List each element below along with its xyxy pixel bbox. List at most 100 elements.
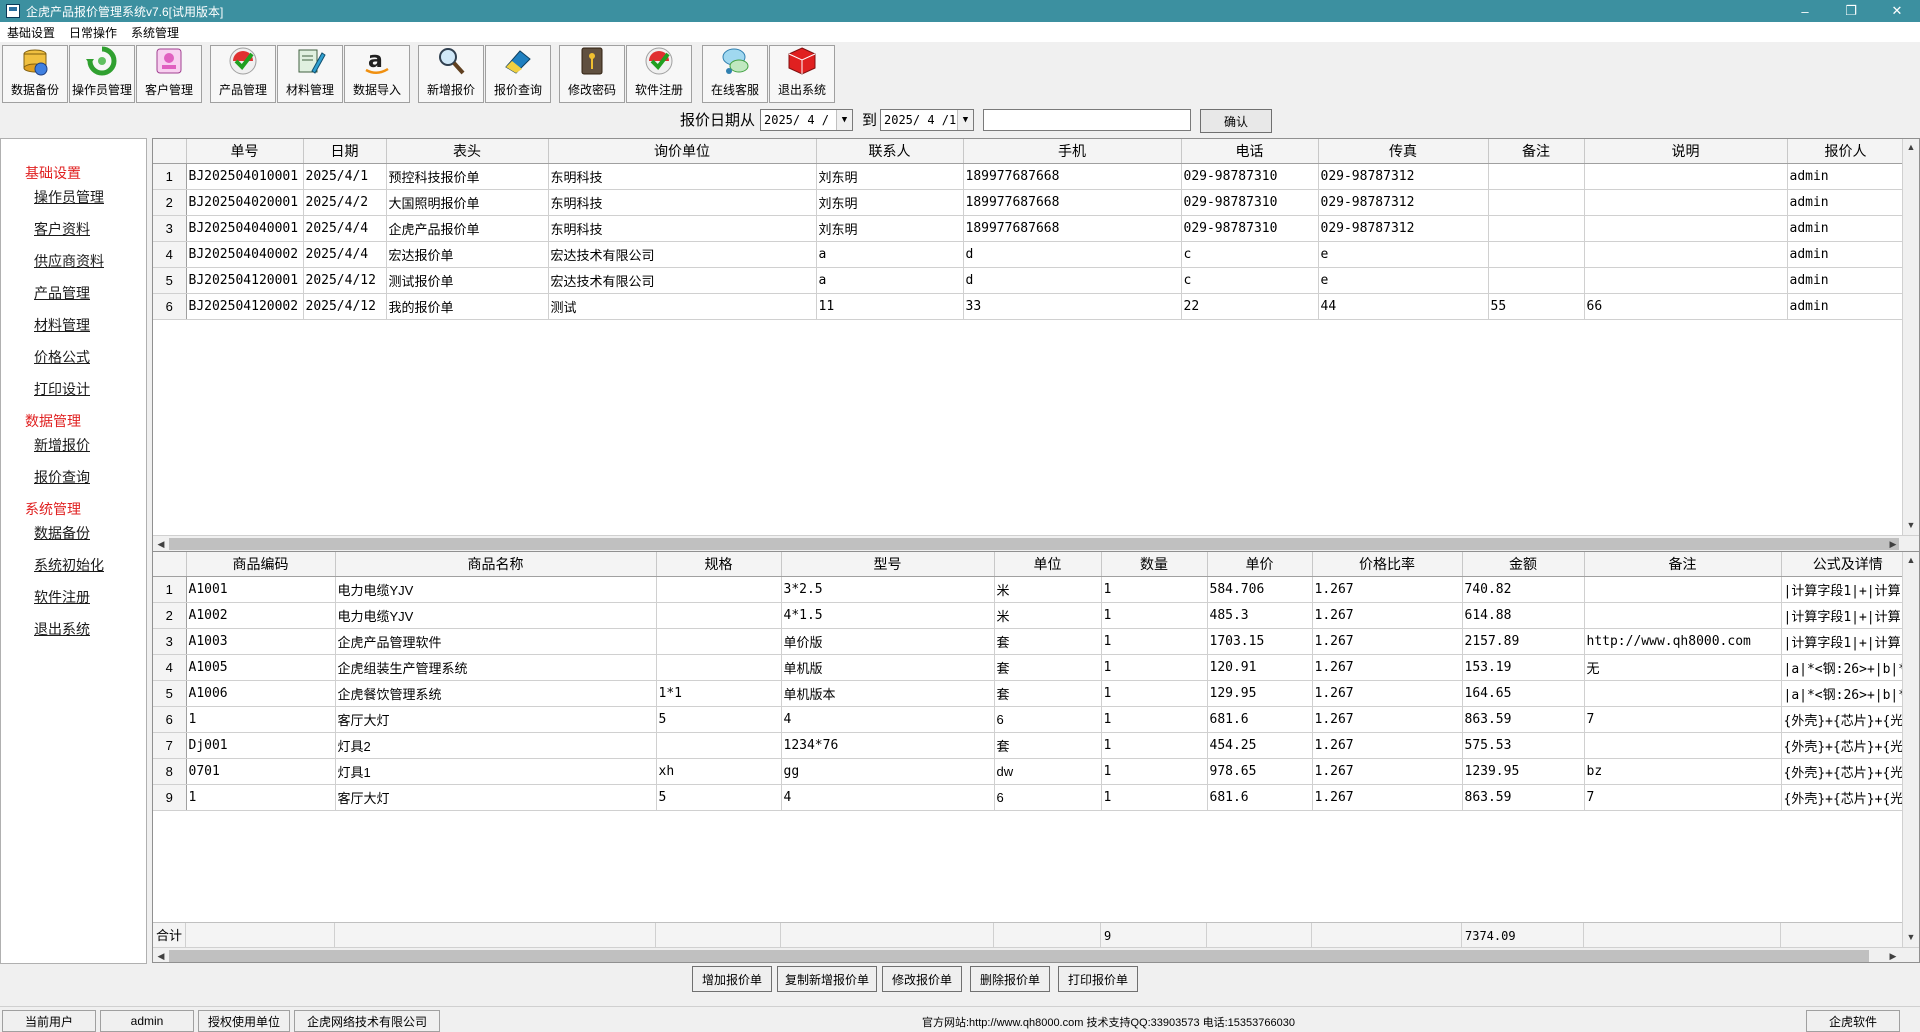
table-cell[interactable] — [1488, 163, 1585, 190]
table-cell[interactable]: BJ202504040001 — [186, 215, 304, 242]
scroll-left-icon[interactable]: ◀ — [153, 948, 169, 962]
table-cell[interactable]: 4 — [781, 784, 995, 811]
table-cell[interactable]: 宏达技术有限公司 — [548, 241, 817, 268]
table-cell[interactable]: 55 — [1488, 293, 1585, 320]
table-cell[interactable]: admin — [1787, 189, 1905, 216]
table-cell[interactable] — [1584, 576, 1782, 603]
sidebar-item[interactable]: 系统初始化 — [34, 555, 104, 575]
toolbar-materials-button[interactable]: 材料管理 — [277, 45, 343, 103]
table-cell[interactable]: 2025/4/12 — [303, 267, 387, 294]
table-cell[interactable]: 企虎组装生产管理系统 — [335, 654, 657, 681]
table-cell[interactable]: 189977687668 — [963, 215, 1182, 242]
table-cell[interactable]: admin — [1787, 293, 1905, 320]
table-cell[interactable]: admin — [1787, 163, 1905, 190]
table-cell[interactable]: a — [816, 267, 964, 294]
table-cell[interactable]: A1006 — [186, 680, 336, 707]
table-cell[interactable]: 2157.89 — [1462, 628, 1585, 655]
column-header[interactable]: 备注 — [1584, 552, 1782, 577]
table-cell[interactable]: 1.267 — [1312, 706, 1463, 733]
column-header[interactable]: 型号 — [781, 552, 995, 577]
table-cell[interactable]: 0701 — [186, 758, 336, 785]
table-cell[interactable]: 客厅大灯 — [335, 784, 657, 811]
table-cell[interactable]: 11 — [816, 293, 964, 320]
table-cell[interactable]: 863.59 — [1462, 784, 1585, 811]
table-cell[interactable]: 我的报价单 — [386, 293, 549, 320]
table-cell[interactable]: 单机版 — [781, 654, 995, 681]
column-header[interactable]: 公式及详情 — [1781, 552, 1915, 577]
table-cell[interactable]: 电力电缆YJV — [335, 602, 657, 629]
table-cell[interactable]: 740.82 — [1462, 576, 1585, 603]
sidebar-item[interactable]: 供应商资料 — [34, 251, 104, 271]
table-cell[interactable]: {外壳}+{芯片}+{光 — [1781, 784, 1915, 811]
table-row[interactable]: 4 A1005 企虎组装生产管理系统 单机版套 1 120.91 1.267 153.19 无 |… — [153, 654, 1915, 681]
table-cell[interactable]: 454.25 — [1207, 732, 1313, 759]
column-header[interactable]: 日期 — [303, 139, 387, 164]
table-cell[interactable] — [1584, 163, 1788, 190]
column-header[interactable]: 备注 — [1488, 139, 1585, 164]
table-cell[interactable]: 029-98787310 — [1181, 215, 1319, 242]
sidebar-item[interactable]: 报价查询 — [34, 467, 90, 487]
row-number[interactable]: 1 — [153, 576, 187, 603]
toolbar-operators-button[interactable]: 操作员管理 — [69, 45, 135, 103]
table-cell[interactable]: e — [1318, 267, 1489, 294]
column-header[interactable]: 金额 — [1462, 552, 1585, 577]
toolbar-exit-button[interactable]: 退出系统 — [769, 45, 835, 103]
table-cell[interactable]: 153.19 — [1462, 654, 1585, 681]
table-cell[interactable]: 1*1 — [656, 680, 782, 707]
table-cell[interactable] — [1488, 241, 1585, 268]
table-cell[interactable]: Dj001 — [186, 732, 336, 759]
table-cell[interactable]: 1 — [186, 706, 336, 733]
table-cell[interactable]: |a|*<钢:26>+|b|*< — [1781, 680, 1915, 707]
scroll-thumb[interactable] — [169, 950, 1869, 962]
table-cell[interactable]: 485.3 — [1207, 602, 1313, 629]
sidebar-item[interactable]: 价格公式 — [34, 347, 90, 367]
toolbar-import-button[interactable]: a 数据导入 — [344, 45, 410, 103]
table-cell[interactable] — [1488, 267, 1585, 294]
table-cell[interactable]: 刘东明 — [816, 215, 964, 242]
table-cell[interactable]: 无 — [1584, 654, 1782, 681]
row-number[interactable]: 1 — [153, 163, 187, 190]
sidebar-item[interactable]: 退出系统 — [34, 619, 90, 639]
table-cell[interactable]: 刘东明 — [816, 189, 964, 216]
table-cell[interactable]: 4 — [781, 706, 995, 733]
table-cell[interactable]: 宏达报价单 — [386, 241, 549, 268]
table-cell[interactable]: 1.267 — [1312, 628, 1463, 655]
table-cell[interactable]: 2025/4/1 — [303, 163, 387, 190]
table-cell[interactable] — [656, 732, 782, 759]
table-cell[interactable]: 刘东明 — [816, 163, 964, 190]
column-header[interactable]: 规格 — [656, 552, 782, 577]
table-cell[interactable]: 584.706 — [1207, 576, 1313, 603]
table-cell[interactable]: 681.6 — [1207, 784, 1313, 811]
table-cell[interactable]: 33 — [963, 293, 1182, 320]
column-header[interactable]: 商品名称 — [335, 552, 657, 577]
table-cell[interactable]: |a|*<钢:26>+|b|*< — [1781, 654, 1915, 681]
row-number[interactable]: 8 — [153, 758, 187, 785]
table-cell[interactable] — [1584, 267, 1788, 294]
toolbar-new-quote-button[interactable]: 新增报价 — [418, 45, 484, 103]
table-cell[interactable]: 1 — [1101, 680, 1208, 707]
column-header[interactable]: 单价 — [1207, 552, 1313, 577]
table-row[interactable]: 1 A1001 电力电缆YJV 3*2.5 米 1 584.706 1.267 740.82 |计… — [153, 576, 1915, 603]
column-header[interactable]: 电话 — [1181, 139, 1319, 164]
table-cell[interactable]: 1 — [1101, 602, 1208, 629]
table-cell[interactable]: 东明科技 — [548, 215, 817, 242]
table-cell[interactable]: 029-98787312 — [1318, 163, 1489, 190]
column-header[interactable]: 联系人 — [816, 139, 964, 164]
table-cell[interactable]: 5 — [656, 784, 782, 811]
table-cell[interactable] — [1584, 732, 1782, 759]
table-row[interactable]: 2 A1002 电力电缆YJV 4*1.5 米 1 485.3 1.267 614.88 |计算字… — [153, 602, 1915, 629]
table-cell[interactable]: 5 — [656, 706, 782, 733]
table-cell[interactable]: 1 — [1101, 784, 1208, 811]
table-cell[interactable]: bz — [1584, 758, 1782, 785]
toolbar-password-button[interactable]: 修改密码 — [559, 45, 625, 103]
table-cell[interactable]: 1.267 — [1312, 576, 1463, 603]
delete-quote-button[interactable]: 删除报价单 — [970, 966, 1050, 992]
table-cell[interactable]: 预控科技报价单 — [386, 163, 549, 190]
table-cell[interactable]: 米 — [994, 602, 1102, 629]
table-cell[interactable]: admin — [1787, 215, 1905, 242]
sidebar-item[interactable]: 新增报价 — [34, 435, 90, 455]
sidebar-item[interactable]: 客户资料 — [34, 219, 90, 239]
table-cell[interactable]: 164.65 — [1462, 680, 1585, 707]
table-cell[interactable]: 客厅大灯 — [335, 706, 657, 733]
scroll-left-icon[interactable]: ◀ — [153, 536, 169, 552]
